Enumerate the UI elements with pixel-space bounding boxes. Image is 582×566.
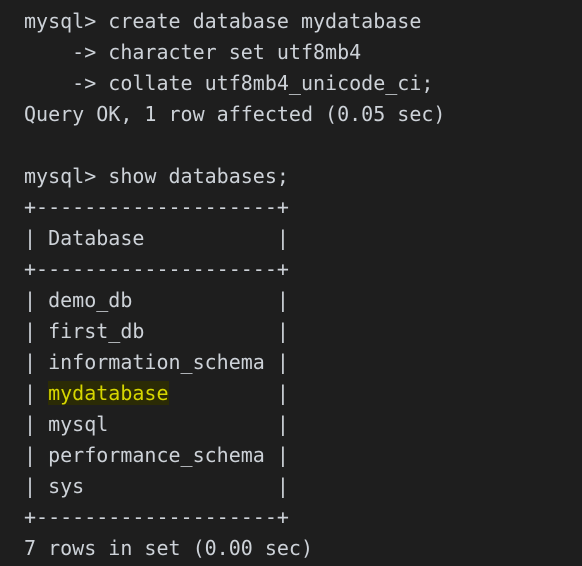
cmd-character-set: -> character set utf8mb4 — [24, 40, 362, 64]
row-demo-db: | demo_db | — [24, 288, 289, 312]
row-first-db: | first_db | — [24, 319, 289, 343]
cmd-show-databases: mysql> show databases; — [24, 164, 289, 188]
cmd-collate: -> collate utf8mb4_unicode_ci; — [24, 71, 434, 95]
result-rows-in-set: 7 rows in set (0.00 sec) — [24, 536, 313, 560]
table-border-header: +--------------------+ — [24, 257, 289, 281]
cmd-create-database: mysql> create database mydatabase — [24, 9, 422, 33]
table-border-bottom: +--------------------+ — [24, 505, 289, 529]
row-sys: | sys | — [24, 474, 289, 498]
terminal-output[interactable]: mysql> create database mydatabase -> cha… — [0, 0, 582, 566]
search-match-highlight: mydatabase — [48, 381, 169, 405]
row-performance-schema: | performance_schema | — [24, 443, 289, 467]
row-information-schema: | information_schema | — [24, 350, 289, 374]
row-mysql: | mysql | — [24, 412, 289, 436]
table-border-top: +--------------------+ — [24, 195, 289, 219]
row-mydatabase: | mydatabase | — [24, 381, 289, 405]
result-query-ok: Query OK, 1 row affected (0.05 sec) — [24, 102, 446, 126]
blank-1 — [24, 130, 582, 161]
table-header-database: | Database | — [24, 226, 289, 250]
